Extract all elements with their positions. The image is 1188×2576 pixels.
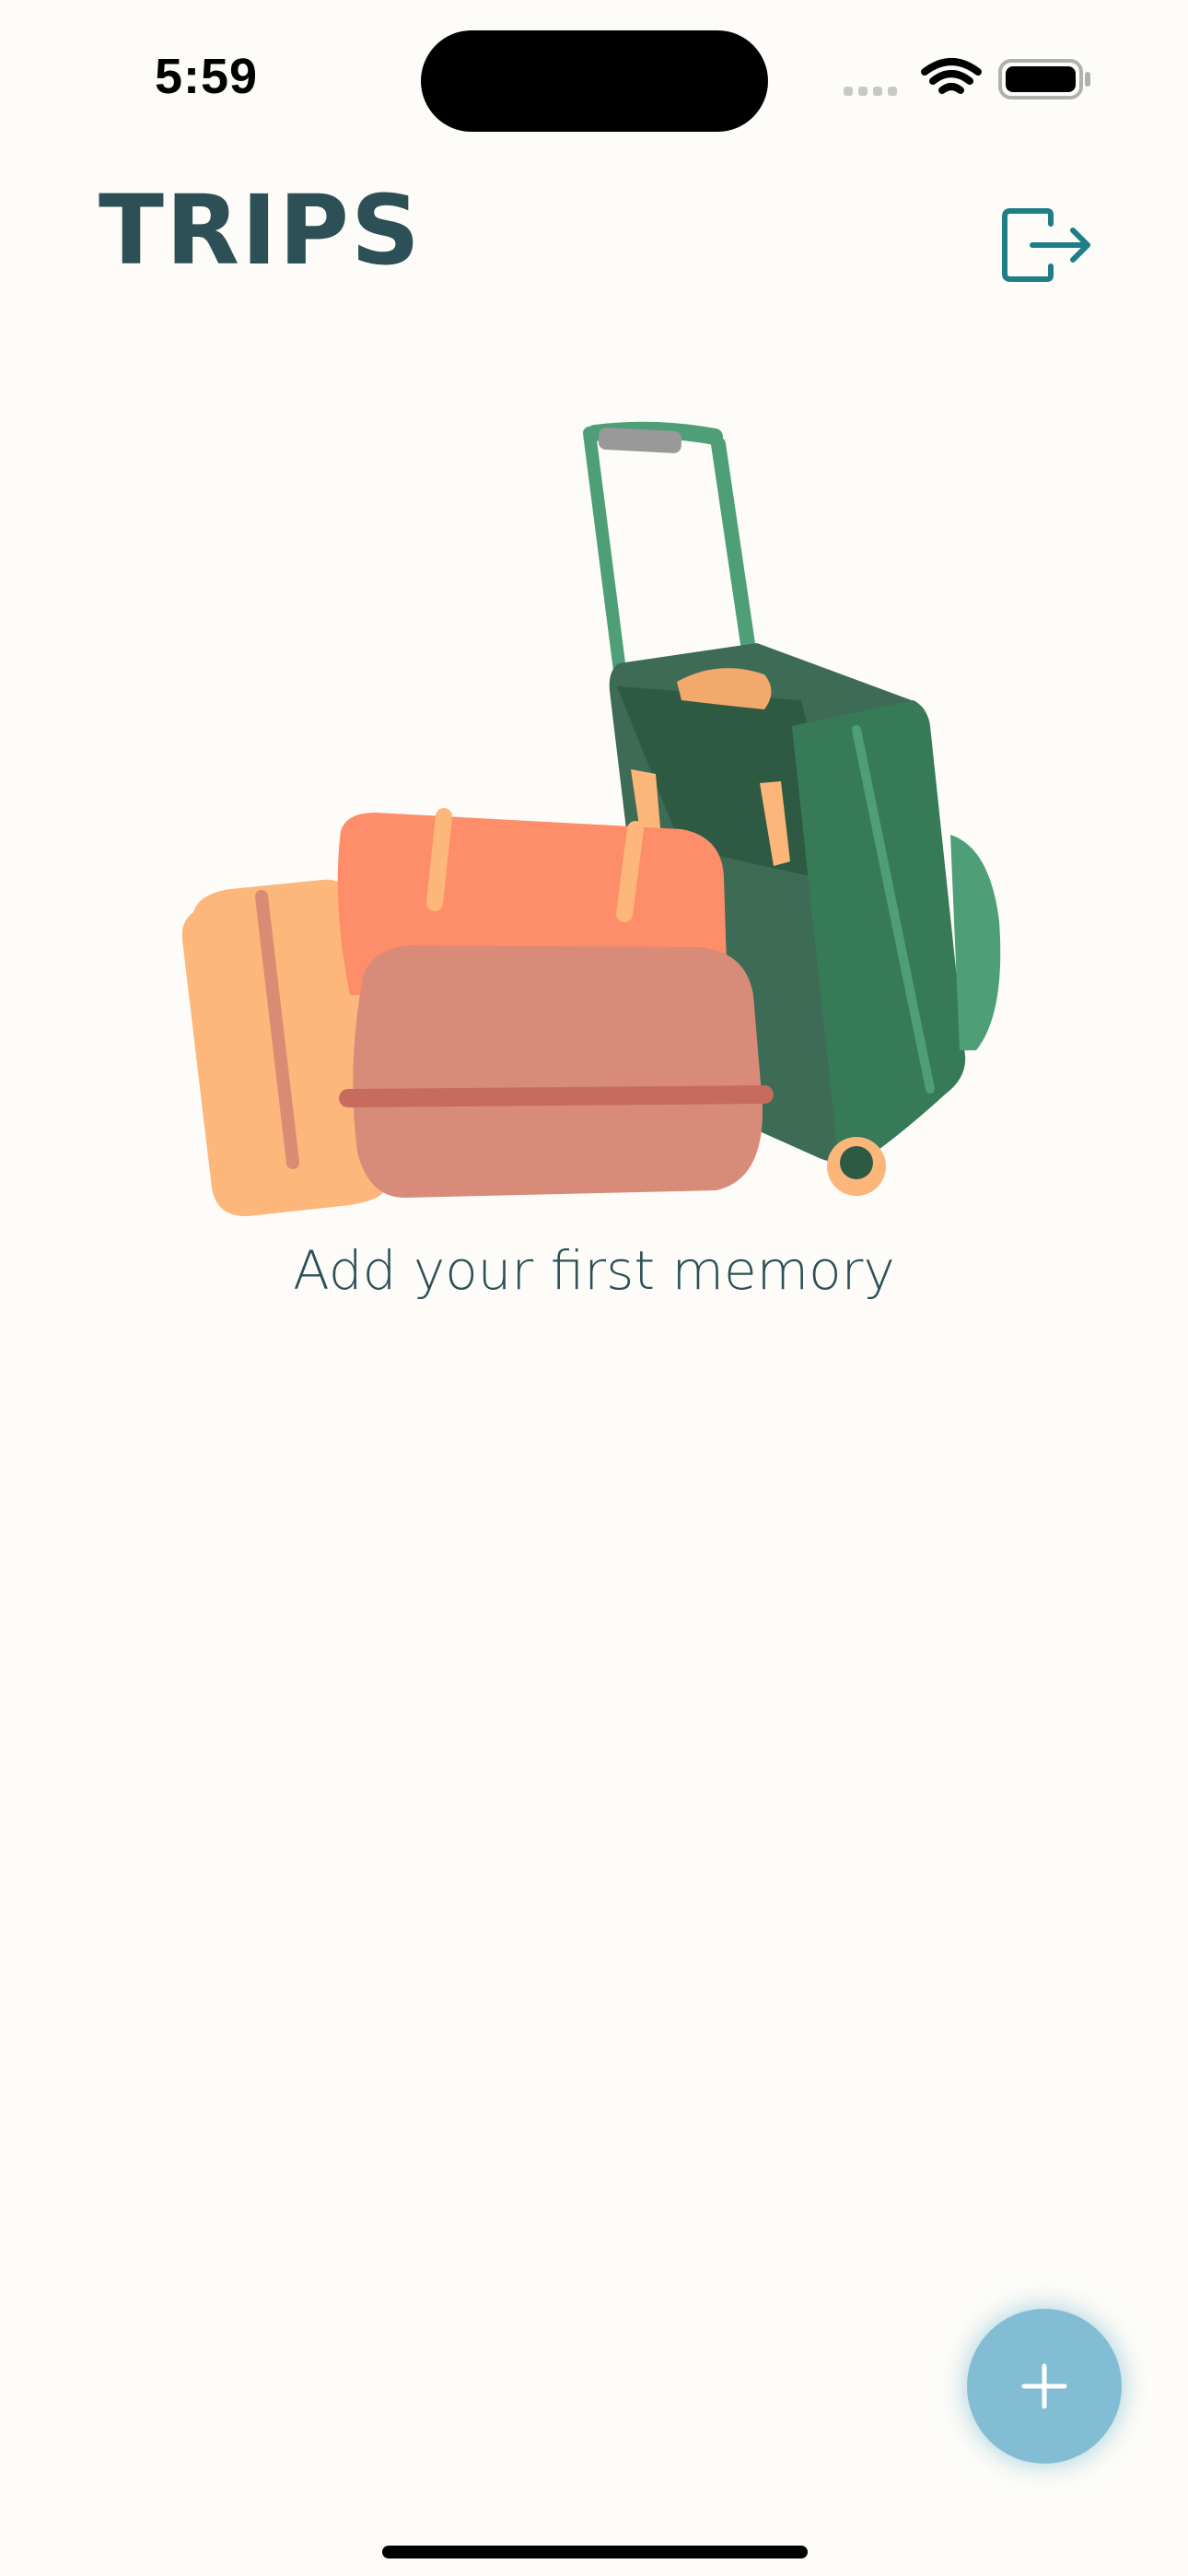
pink-suitcase [339, 945, 774, 1198]
page-title: TRIPS [99, 174, 422, 287]
logout-button[interactable] [999, 205, 1096, 285]
battery-icon [998, 59, 1090, 100]
wifi-icon [921, 58, 982, 94]
luggage-illustration [166, 405, 1022, 1217]
status-time: 5:59 [155, 49, 259, 104]
add-trip-button[interactable] [967, 2309, 1122, 2464]
dynamic-island [421, 30, 768, 132]
plus-icon [1021, 2363, 1067, 2409]
empty-state-message: Add your first memory [293, 1239, 895, 1302]
status-bar: 5:59 [0, 0, 1188, 157]
signal-icon [844, 87, 897, 96]
home-indicator [382, 2546, 808, 2558]
status-icons [829, 53, 1096, 109]
logout-icon [1002, 208, 1090, 282]
